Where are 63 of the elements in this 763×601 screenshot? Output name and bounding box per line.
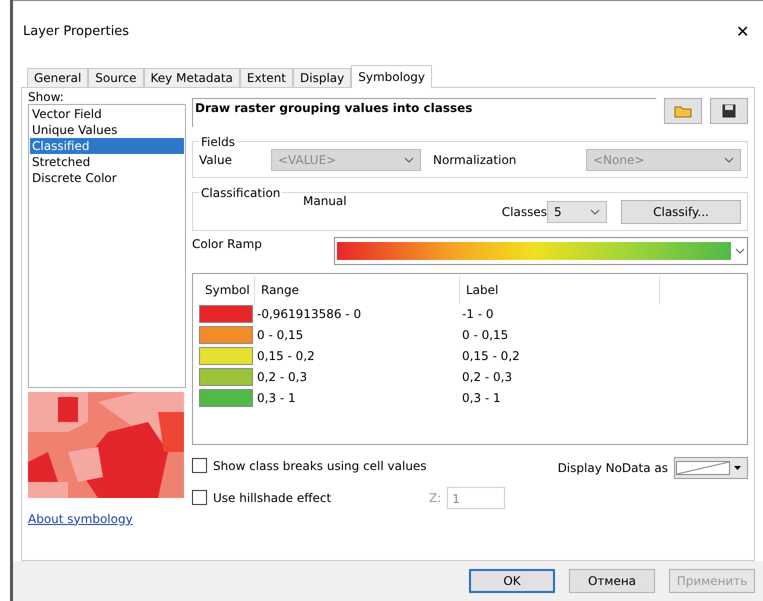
- label-cell-text: 0 - 0,15: [461, 328, 510, 342]
- checkbox-label: Use hillshade effect: [213, 490, 332, 505]
- label-cell-text: -1 - 0: [461, 307, 495, 322]
- tab[interactable]: Key Metadata: [144, 68, 240, 87]
- group-title: Fields: [200, 134, 236, 149]
- z-factor-field[interactable]: 1: [447, 486, 506, 509]
- folder-icon: [674, 104, 692, 118]
- save-icon: [722, 104, 736, 118]
- renderer-heading: Draw raster grouping values into classes: [192, 98, 656, 127]
- color-swatch[interactable]: [199, 347, 253, 366]
- tab[interactable]: General: [27, 68, 88, 87]
- chevron-down-icon: [724, 156, 734, 163]
- chevron-down-icon: [590, 208, 600, 215]
- z-label: Z:: [429, 490, 442, 505]
- classify-button[interactable]: Classify...: [621, 200, 741, 224]
- save-button[interactable]: [710, 98, 748, 124]
- about-symbology-link[interactable]: About symbology: [28, 512, 186, 526]
- range-cell-text: 0,2 - 0,3: [256, 370, 308, 384]
- list-item[interactable]: Unique Values: [30, 122, 184, 138]
- close-button[interactable]: ✕: [732, 22, 753, 42]
- range-cell-text: -0,961913586 - 0: [256, 307, 362, 322]
- open-folder-button[interactable]: [664, 98, 702, 124]
- dialog-button[interactable]: OK: [469, 569, 555, 593]
- label-cell-text: 0,15 - 0,2: [461, 349, 521, 364]
- color-swatch[interactable]: [199, 389, 253, 408]
- list-item[interactable]: Vector Field: [30, 106, 184, 122]
- column-header: Range: [255, 276, 460, 304]
- nodata-color-picker[interactable]: [674, 456, 748, 479]
- checkbox[interactable]: [192, 490, 207, 506]
- list-item[interactable]: Stretched: [30, 154, 184, 170]
- chevron-down-icon: [404, 156, 414, 163]
- classes-dropdown[interactable]: 5: [547, 200, 607, 223]
- label-cell-text: 0,2 - 0,3: [461, 370, 514, 384]
- tab[interactable]: Source: [88, 68, 144, 87]
- range-cell-text: 0,3 - 1: [256, 391, 297, 406]
- dialog-button[interactable]: Отмена: [569, 569, 655, 593]
- color-swatch[interactable]: [199, 326, 253, 344]
- field-label: Normalization: [432, 152, 518, 167]
- dropdown-arrow-icon: [734, 466, 741, 470]
- tab[interactable]: Symbology: [351, 64, 432, 88]
- classes-label: Classes: [502, 204, 547, 219]
- column-header: Label: [460, 276, 660, 304]
- color-swatch[interactable]: [199, 305, 253, 324]
- color-ramp-dropdown[interactable]: [334, 236, 748, 265]
- show-label: Show:: [28, 90, 65, 104]
- checkbox-label: Show class breaks using cell values: [213, 458, 427, 473]
- range-cell-text: 0 - 0,15: [256, 328, 304, 342]
- list-item[interactable]: Classified: [30, 138, 184, 154]
- tab[interactable]: Display: [293, 68, 352, 87]
- column-header: Symbol: [199, 276, 255, 304]
- field-label: Value: [199, 152, 233, 167]
- list-item[interactable]: Discrete Color: [30, 170, 184, 186]
- group-title: Classification: [200, 186, 282, 200]
- nodata-label: Display NoData as: [558, 460, 668, 475]
- method-label: Manual: [303, 194, 348, 208]
- window-title: Layer Properties: [23, 24, 130, 40]
- chevron-down-icon: [735, 248, 745, 254]
- tab[interactable]: Extent: [240, 68, 294, 87]
- range-cell-text: 0,15 - 0,2: [256, 349, 316, 364]
- checkbox[interactable]: [192, 458, 207, 474]
- color-ramp-label: Color Ramp: [192, 236, 262, 251]
- label-cell-text: 0,3 - 1: [461, 391, 502, 406]
- color-swatch[interactable]: [199, 368, 253, 386]
